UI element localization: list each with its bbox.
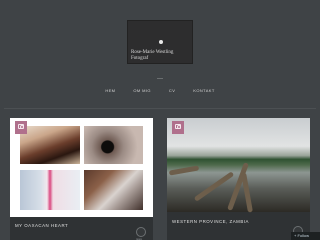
gallery-thumbnail[interactable] xyxy=(84,126,143,164)
boat-shape xyxy=(168,165,200,176)
nav-item-kontakt[interactable]: KONTAKT xyxy=(184,88,223,94)
post-card-zambia[interactable]: WESTERN PROVINCE, ZAMBIA xyxy=(167,118,310,240)
camera-icon xyxy=(18,124,24,129)
gallery-badge xyxy=(15,121,27,134)
post-caption-bar: MY OAXACAN HEART more xyxy=(10,217,153,240)
post-title[interactable]: MY OAXACAN HEART xyxy=(15,223,68,228)
follow-button[interactable]: + Follow xyxy=(291,232,320,240)
boat-shape xyxy=(193,171,235,202)
post-title[interactable]: WESTERN PROVINCE, ZAMBIA xyxy=(172,219,249,224)
camera-icon xyxy=(175,124,181,129)
gallery-badge xyxy=(172,121,184,134)
post-card-oaxacan[interactable]: MY OAXACAN HEART more xyxy=(10,118,153,240)
content-divider xyxy=(4,108,316,109)
nav-item-om-mig[interactable]: OM MIG xyxy=(124,88,160,94)
header-separator xyxy=(157,78,163,79)
boat-shape xyxy=(241,172,253,213)
more-button[interactable] xyxy=(136,227,146,237)
gallery-thumbnail[interactable] xyxy=(20,126,80,164)
site-title[interactable]: Rose-Marie Westling Fotograf xyxy=(131,50,173,62)
gallery-thumbnail[interactable] xyxy=(84,170,143,210)
nav-item-hem[interactable]: HEM xyxy=(96,88,124,94)
nav-item-cv[interactable]: CV xyxy=(160,88,184,94)
logo-dot-icon xyxy=(159,40,163,44)
main-nav: HEM OM MIG CV KONTAKT xyxy=(0,88,320,94)
gallery-thumbnail[interactable] xyxy=(20,170,80,210)
site-logo-block[interactable]: Rose-Marie Westling Fotograf xyxy=(127,20,193,64)
post-image[interactable] xyxy=(167,118,310,213)
